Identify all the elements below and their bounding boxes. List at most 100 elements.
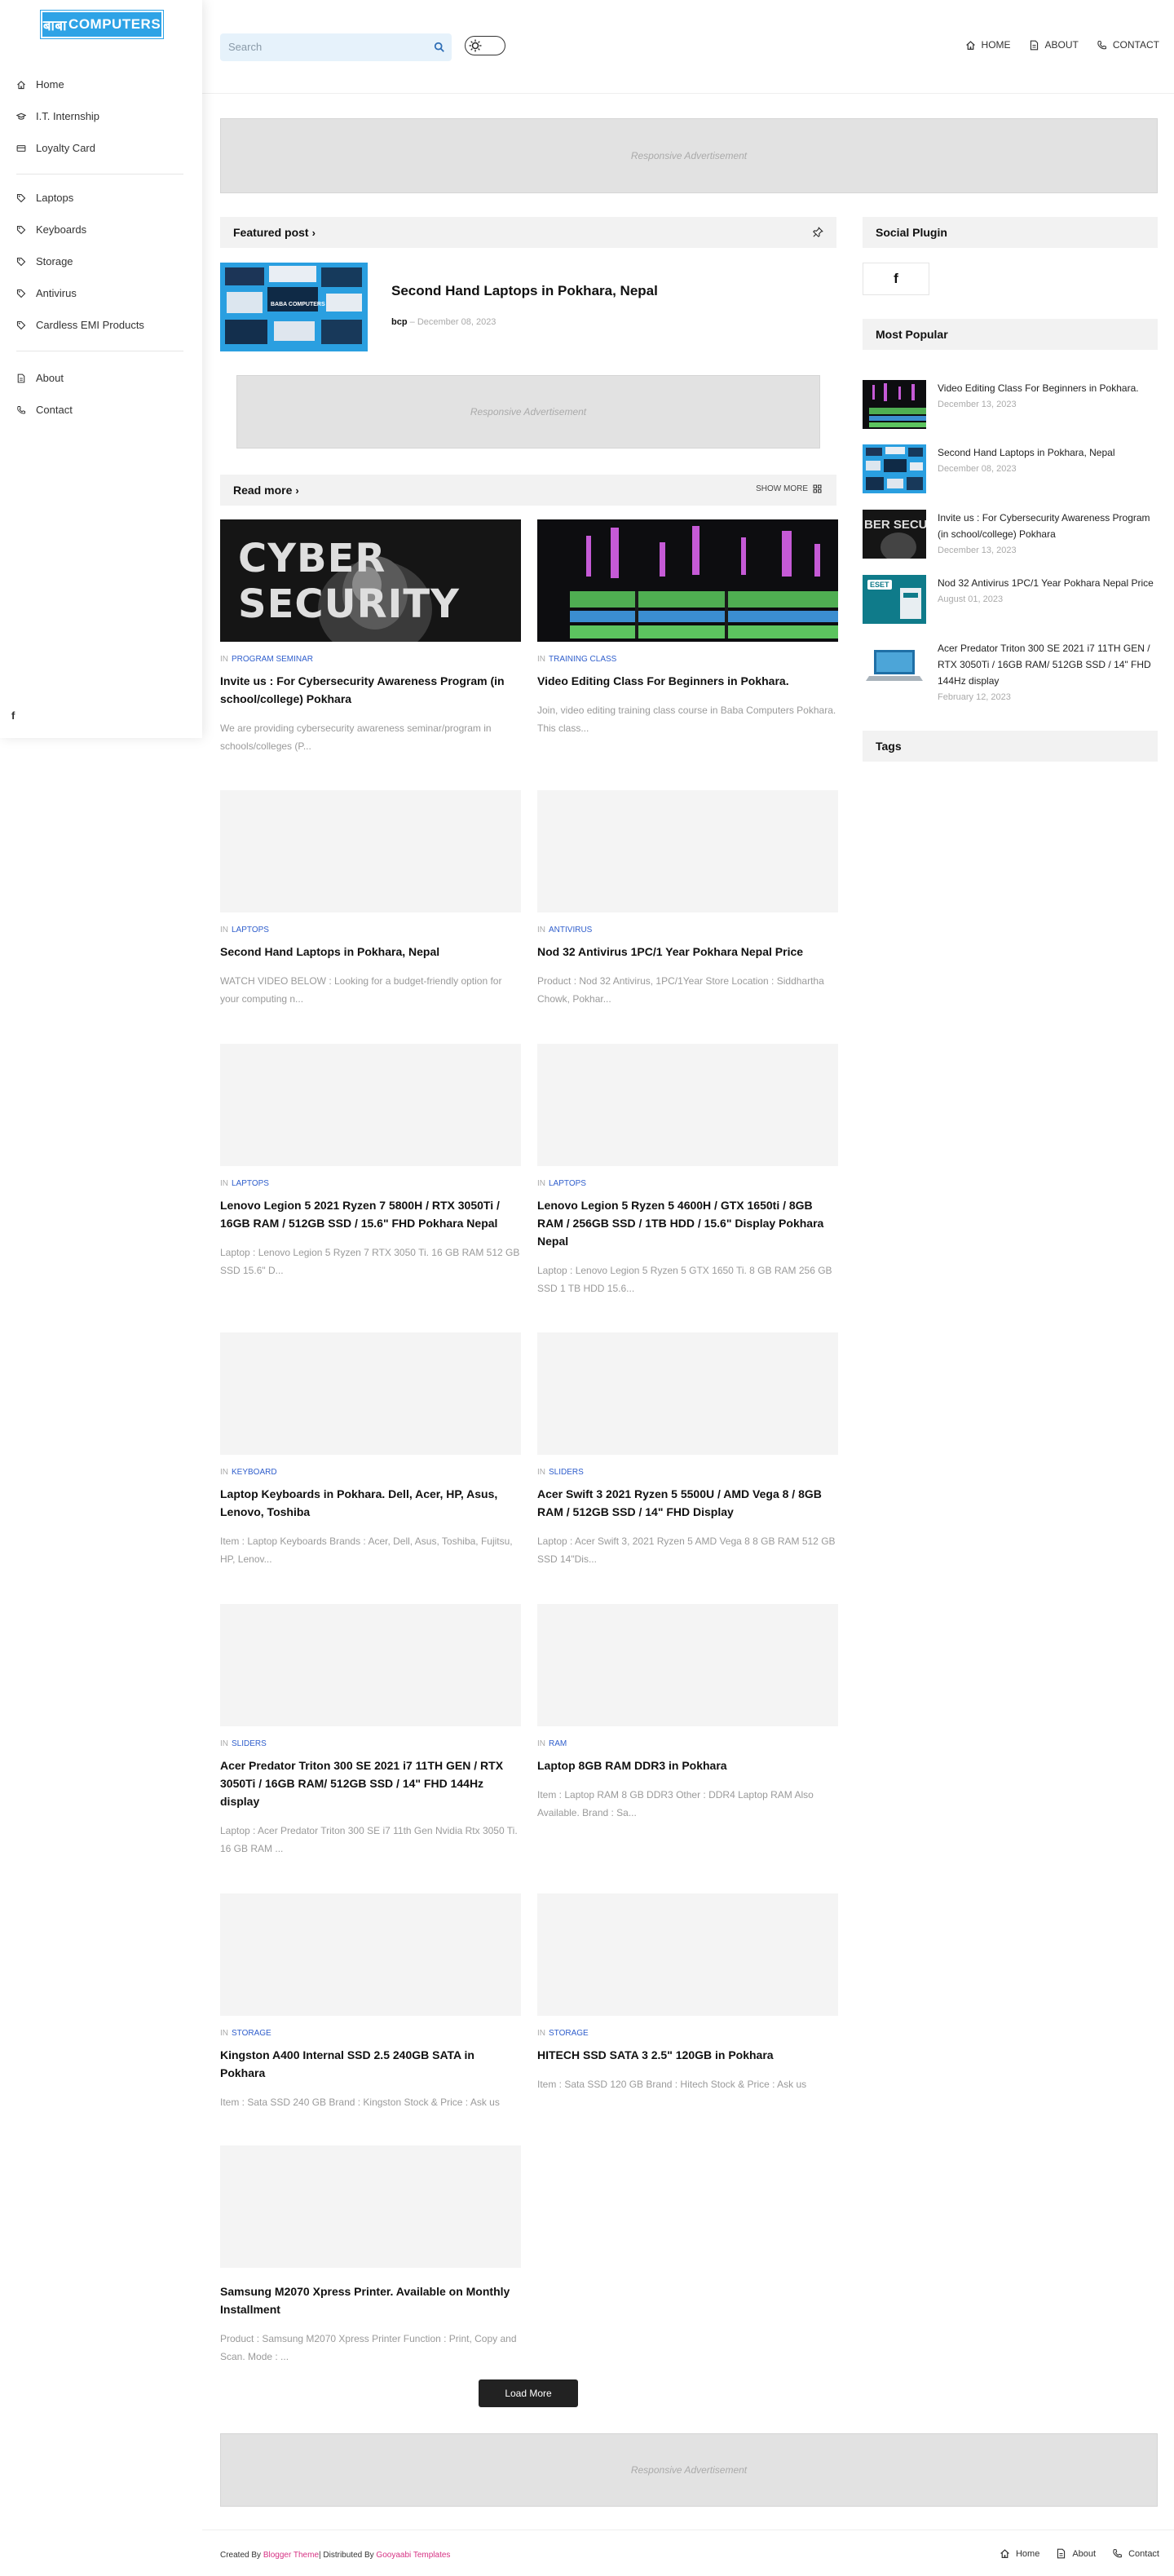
- popular-title[interactable]: Acer Predator Triton 300 SE 2021 i7 11TH…: [938, 640, 1158, 689]
- post-category[interactable]: in STORAGE: [537, 2029, 838, 2038]
- facebook-icon[interactable]: f: [11, 709, 15, 722]
- post-category[interactable]: in LAPTOPS: [537, 1179, 838, 1188]
- post-thumbnail[interactable]: [537, 1893, 838, 2016]
- site-logo[interactable]: बाबा COMPUTERS: [40, 10, 164, 39]
- post-card[interactable]: Samsung M2070 Xpress Printer. Available …: [220, 2145, 521, 2366]
- featured-thumbnail[interactable]: BABA COMPUTERS: [220, 263, 368, 351]
- post-thumbnail[interactable]: [537, 790, 838, 912]
- post-card[interactable]: in SLIDERS Acer Swift 3 2021 Ryzen 5 5500…: [537, 1332, 838, 1568]
- post-thumbnail[interactable]: [220, 1332, 521, 1455]
- post-title[interactable]: Lenovo Legion 5 Ryzen 5 4600H / GTX 1650…: [537, 1196, 838, 1250]
- post-thumbnail[interactable]: [537, 519, 838, 642]
- post-title[interactable]: Laptop Keyboards in Pokhara. Dell, Acer,…: [220, 1485, 521, 1521]
- sidebar-item-home[interactable]: Home: [0, 68, 202, 100]
- post-thumbnail[interactable]: [537, 1604, 838, 1726]
- post-title[interactable]: Invite us : For Cybersecurity Awareness …: [220, 672, 521, 708]
- post-title[interactable]: Laptop 8GB RAM DDR3 in Pokhara: [537, 1756, 838, 1774]
- sidebar-item-internship[interactable]: I.T. Internship: [0, 100, 202, 132]
- post-thumbnail[interactable]: [537, 1332, 838, 1455]
- popular-title[interactable]: Second Hand Laptops in Pokhara, Nepal: [938, 444, 1158, 461]
- post-category[interactable]: in SLIDERS: [537, 1468, 838, 1477]
- post-card[interactable]: in RAM Laptop 8GB RAM DDR3 in Pokhara Ite…: [537, 1604, 838, 1822]
- ad-banner-bottom[interactable]: Responsive Advertisement: [220, 2433, 1158, 2507]
- post-category[interactable]: in PROGRAM SEMINAR: [220, 655, 521, 664]
- top-nav-contact[interactable]: CONTACT: [1097, 39, 1159, 51]
- sidebar-item-laptops[interactable]: Laptops: [0, 182, 202, 214]
- footer-nav-about[interactable]: About: [1056, 2548, 1096, 2559]
- sidebar-item-keyboards[interactable]: Keyboards: [0, 214, 202, 245]
- post-card[interactable]: in LAPTOPS Second Hand Laptops in Pokhara…: [220, 790, 521, 1008]
- popular-thumbnail[interactable]: ESET: [863, 575, 926, 624]
- popular-thumbnail[interactable]: [863, 380, 926, 429]
- post-title[interactable]: Acer Swift 3 2021 Ryzen 5 5500U / AMD Ve…: [537, 1485, 838, 1521]
- post-thumbnail[interactable]: [220, 1604, 521, 1726]
- sidebar-item-about[interactable]: About: [0, 362, 202, 394]
- post-title[interactable]: Lenovo Legion 5 2021 Ryzen 7 5800H / RTX…: [220, 1196, 521, 1232]
- popular-item[interactable]: ESET Nod 32 Antivirus 1PC/1 Year Pokhara…: [863, 575, 1160, 625]
- phone-icon: [1097, 40, 1107, 51]
- post-thumbnail[interactable]: [220, 2145, 521, 2268]
- footer-nav-contact[interactable]: Contact: [1112, 2548, 1159, 2559]
- post-category[interactable]: in STORAGE: [220, 2029, 521, 2038]
- top-nav-home[interactable]: HOME: [965, 39, 1011, 51]
- blogger-theme-link[interactable]: Blogger Theme: [263, 2551, 319, 2560]
- post-card[interactable]: in SLIDERS Acer Predator Triton 300 SE 20…: [220, 1604, 521, 1858]
- post-title[interactable]: Video Editing Class For Beginners in Pok…: [537, 672, 838, 690]
- post-thumbnail[interactable]: [220, 1044, 521, 1166]
- post-category[interactable]: in SLIDERS: [220, 1739, 521, 1748]
- popular-item[interactable]: Video Editing Class For Beginners in Pok…: [863, 380, 1160, 431]
- post-category[interactable]: in KEYBOARD: [220, 1468, 521, 1477]
- featured-heading: Featured post: [233, 226, 309, 239]
- featured-post-title[interactable]: Second Hand Laptops in Pokhara, Nepal: [391, 283, 658, 299]
- search-icon[interactable]: [434, 42, 445, 53]
- post-card[interactable]: in LAPTOPS Lenovo Legion 5 2021 Ryzen 7 5…: [220, 1044, 521, 1279]
- footer-nav-home[interactable]: Home: [1000, 2548, 1039, 2559]
- post-card[interactable]: in ANTIVIRUS Nod 32 Antivirus 1PC/1 Year …: [537, 790, 838, 1008]
- sidebar-item-storage[interactable]: Storage: [0, 245, 202, 277]
- popular-thumbnail[interactable]: [863, 640, 926, 689]
- post-card[interactable]: in KEYBOARD Laptop Keyboards in Pokhara. …: [220, 1332, 521, 1568]
- post-title[interactable]: Acer Predator Triton 300 SE 2021 i7 11TH…: [220, 1756, 521, 1810]
- popular-item[interactable]: BER SECUI Invite us : For Cybersecurity …: [863, 510, 1160, 560]
- sidebar-item-contact[interactable]: Contact: [0, 394, 202, 426]
- ad-banner-top[interactable]: Responsive Advertisement: [220, 118, 1158, 193]
- post-category[interactable]: in LAPTOPS: [220, 926, 521, 935]
- post-category[interactable]: in LAPTOPS: [220, 1179, 521, 1188]
- search-input[interactable]: [228, 41, 424, 53]
- post-thumbnail[interactable]: [537, 1044, 838, 1166]
- post-card[interactable]: in STORAGE Kingston A400 Internal SSD 2.5…: [220, 1893, 521, 2111]
- popular-title[interactable]: Invite us : For Cybersecurity Awareness …: [938, 510, 1158, 542]
- facebook-icon[interactable]: f: [863, 263, 929, 295]
- post-title[interactable]: Samsung M2070 Xpress Printer. Available …: [220, 2282, 521, 2318]
- post-title[interactable]: Nod 32 Antivirus 1PC/1 Year Pokhara Nepa…: [537, 943, 838, 961]
- ad-banner-middle[interactable]: Responsive Advertisement: [236, 375, 820, 448]
- popular-thumbnail[interactable]: BER SECUI: [863, 510, 926, 559]
- featured-author[interactable]: bcp: [391, 317, 408, 327]
- post-category[interactable]: in RAM: [537, 1739, 838, 1748]
- post-card[interactable]: CYBER SECURITY in PROGRAM SEMINAR Invite …: [220, 519, 521, 755]
- popular-thumbnail[interactable]: [863, 444, 926, 493]
- show-more-link[interactable]: SHOW MORE: [756, 484, 822, 493]
- post-thumbnail[interactable]: CYBER SECURITY: [220, 519, 521, 642]
- popular-item[interactable]: Second Hand Laptops in Pokhara, Nepal De…: [863, 444, 1160, 495]
- post-title[interactable]: Second Hand Laptops in Pokhara, Nepal: [220, 943, 521, 961]
- load-more-button[interactable]: Load More: [479, 2379, 578, 2407]
- top-nav-about[interactable]: ABOUT: [1029, 39, 1079, 51]
- post-title[interactable]: Kingston A400 Internal SSD 2.5 240GB SAT…: [220, 2046, 521, 2082]
- popular-title[interactable]: Video Editing Class For Beginners in Pok…: [938, 380, 1158, 396]
- post-card[interactable]: in STORAGE HITECH SSD SATA 3 2.5" 120GB i…: [537, 1893, 838, 2093]
- post-thumbnail[interactable]: [220, 1893, 521, 2016]
- post-card[interactable]: in LAPTOPS Lenovo Legion 5 Ryzen 5 4600H …: [537, 1044, 838, 1297]
- sidebar-item-antivirus[interactable]: Antivirus: [0, 277, 202, 309]
- post-thumbnail[interactable]: [220, 790, 521, 912]
- post-category[interactable]: in TRAINING CLASS: [537, 655, 838, 664]
- popular-title[interactable]: Nod 32 Antivirus 1PC/1 Year Pokhara Nepa…: [938, 575, 1158, 591]
- post-card[interactable]: in TRAINING CLASS Video Editing Class For…: [537, 519, 838, 737]
- post-category[interactable]: in ANTIVIRUS: [537, 926, 838, 935]
- theme-toggle[interactable]: [465, 36, 505, 55]
- popular-item[interactable]: Acer Predator Triton 300 SE 2021 i7 11TH…: [863, 640, 1160, 702]
- sidebar-item-cardless-emi[interactable]: Cardless EMI Products: [0, 309, 202, 341]
- post-title[interactable]: HITECH SSD SATA 3 2.5" 120GB in Pokhara: [537, 2046, 838, 2064]
- gooyaabi-link[interactable]: Gooyaabi Templates: [376, 2551, 450, 2560]
- sidebar-item-loyalty-card[interactable]: Loyalty Card: [0, 132, 202, 164]
